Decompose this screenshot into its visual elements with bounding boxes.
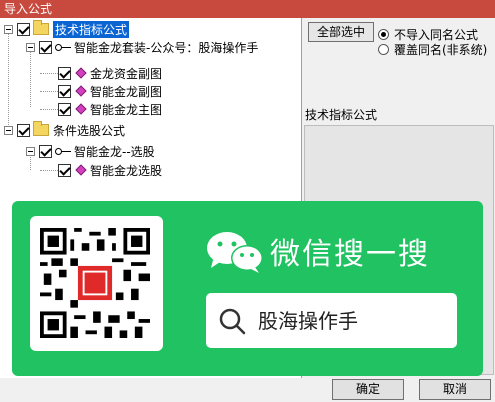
- tree-node-label: 金龙资金副图: [90, 66, 163, 81]
- folder-icon: [33, 20, 49, 35]
- formula-icon: [75, 103, 87, 115]
- search-icon: [219, 308, 246, 335]
- ok-button[interactable]: 确定: [332, 379, 404, 400]
- checkbox[interactable]: [58, 66, 71, 80]
- formula-icon: [75, 85, 87, 97]
- radio-icon[interactable]: [378, 44, 389, 55]
- formula-icon: [75, 67, 87, 79]
- checkbox[interactable]: [58, 84, 71, 98]
- tree-line: [30, 52, 31, 107]
- tree-node-formula[interactable]: 智能金龙副图: [58, 82, 162, 100]
- tree-node-label: 条件选股公式: [53, 123, 126, 138]
- import-formula-window: 导入公式 技术指标公式 智能金龙套装-公众号：股海操作手 金龙资金副图 智能金龙…: [0, 0, 495, 402]
- tree-node-label: 智能金龙主图: [90, 102, 163, 117]
- tree-line: [40, 73, 58, 74]
- radio-icon[interactable]: [378, 29, 389, 40]
- tree-node-formula[interactable]: 金龙资金副图: [58, 64, 162, 82]
- tree-node-label: 智能金龙套装-公众号：股海操作手: [74, 40, 259, 55]
- tree-line: [8, 34, 9, 131]
- collapse-icon[interactable]: [4, 24, 13, 34]
- tree-node-label: 智能金龙副图: [90, 84, 163, 99]
- checkbox[interactable]: [58, 163, 71, 177]
- collapse-icon[interactable]: [26, 146, 35, 156]
- banner-title: 微信搜一搜: [270, 237, 430, 272]
- description-label: 技术指标公式: [305, 108, 378, 122]
- collapse-icon[interactable]: [26, 42, 35, 52]
- banner-search-text: 股海操作手: [258, 309, 358, 333]
- tree-line: [40, 109, 58, 110]
- tree-node-label: 技术指标公式: [53, 20, 130, 38]
- key-icon: [55, 42, 71, 52]
- qr-code-image: [40, 228, 150, 338]
- wechat-icon: [207, 232, 263, 273]
- collapse-icon[interactable]: [4, 125, 13, 135]
- tree-node-label: 智能金龙选股: [90, 163, 163, 178]
- folder-icon: [33, 121, 49, 136]
- radio-overwrite-duplicates[interactable]: 覆盖同名(非系统): [378, 41, 487, 58]
- formula-icon: [75, 164, 87, 176]
- radio-label: 覆盖同名(非系统): [394, 43, 488, 57]
- tree-node-screen-suite[interactable]: 智能金龙--选股: [26, 142, 155, 160]
- tree-node-formula[interactable]: 智能金龙主图: [58, 100, 162, 118]
- checkbox[interactable]: [39, 144, 52, 158]
- checkbox[interactable]: [58, 102, 71, 116]
- select-all-button[interactable]: 全部选中: [308, 22, 374, 42]
- tree-node-stock-screening[interactable]: 条件选股公式: [4, 121, 125, 139]
- window-title: 导入公式: [0, 0, 495, 18]
- checkbox[interactable]: [17, 123, 30, 137]
- tree-node-tech-indicators[interactable]: 技术指标公式: [4, 20, 130, 38]
- tree-node-label: 智能金龙--选股: [74, 144, 155, 159]
- key-icon: [55, 146, 71, 156]
- cancel-button[interactable]: 取消: [419, 379, 491, 400]
- tree-node-formula[interactable]: 智能金龙选股: [58, 161, 162, 179]
- checkbox[interactable]: [17, 22, 30, 36]
- tree-line: [40, 170, 58, 171]
- checkbox[interactable]: [39, 40, 52, 54]
- tree-node-suite[interactable]: 智能金龙套装-公众号：股海操作手: [26, 38, 258, 56]
- tree-line: [40, 91, 58, 92]
